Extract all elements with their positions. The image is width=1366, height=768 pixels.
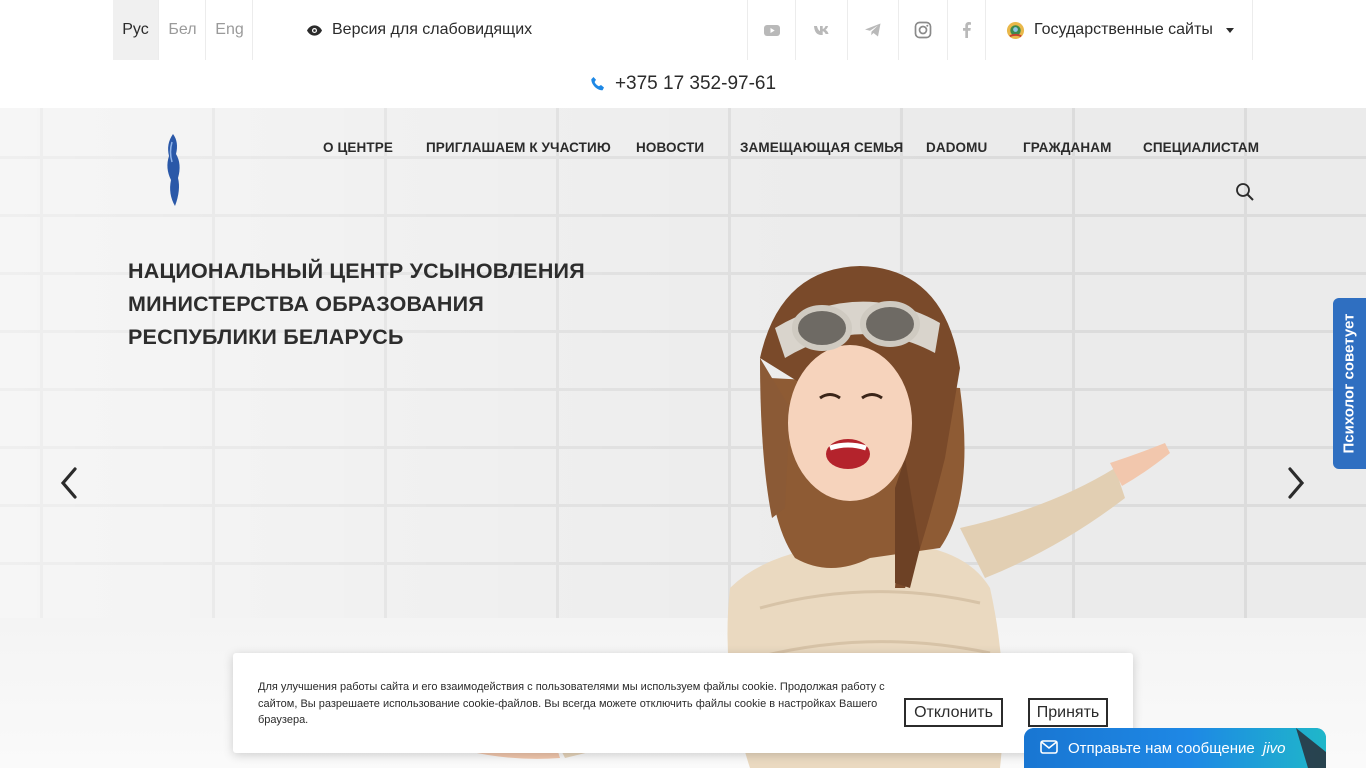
chat-widget[interactable]: Отправьте нам сообщение jivo — [1024, 728, 1326, 768]
slider-next-arrow-icon[interactable] — [1285, 466, 1307, 500]
psychologist-tab-label: Психолог советует — [1341, 313, 1359, 454]
lang-ru-label: Рус — [122, 21, 149, 38]
cookie-banner: Для улучшения работы сайта и его взаимод… — [233, 653, 1133, 753]
telegram-link[interactable] — [847, 0, 898, 60]
instagram-link[interactable] — [898, 0, 947, 60]
vk-icon — [813, 26, 828, 35]
nav-item-specialists[interactable]: СПЕЦИАЛИСТАМ — [1143, 140, 1259, 155]
lang-be-label: Бел — [168, 21, 197, 38]
nav-item-citizens[interactable]: ГРАЖДАНАМ — [1023, 140, 1111, 155]
chat-brand-logo: jivo — [1263, 740, 1286, 757]
emblem-icon — [1006, 21, 1025, 39]
nav-item-dadomu[interactable]: DADOMU — [926, 140, 987, 155]
search-icon[interactable] — [1235, 182, 1255, 202]
top-bar: Рус Бел Eng Версия для слабовидящих Госу… — [0, 0, 1366, 60]
lang-en[interactable]: Eng — [207, 0, 253, 60]
lang-en-label: Eng — [215, 21, 244, 38]
lang-be[interactable]: Бел — [160, 0, 206, 60]
telegram-icon — [865, 23, 881, 37]
cookie-accept-button[interactable]: Принять — [1028, 698, 1108, 727]
hero-title: НАЦИОНАЛЬНЫЙ ЦЕНТР УСЫНОВЛЕНИЯ МИНИСТЕРС… — [128, 255, 598, 354]
psychologist-tab[interactable]: Психолог советует — [1333, 298, 1366, 469]
instagram-icon — [914, 21, 932, 39]
eye-icon — [307, 24, 322, 36]
youtube-icon — [763, 25, 780, 36]
cookie-text: Для улучшения работы сайта и его взаимод… — [258, 681, 885, 726]
hero-title-line-1: НАЦИОНАЛЬНЫЙ ЦЕНТР УСЫНОВЛЕНИЯ — [128, 259, 585, 283]
facebook-icon — [962, 22, 971, 38]
nav-item-about[interactable]: О ЦЕНТРЕ — [323, 140, 393, 155]
chat-widget-label: Отправьте нам сообщение — [1068, 740, 1255, 757]
nav-item-participate[interactable]: ПРИГЛАШАЕМ К УЧАСТИЮ — [426, 140, 611, 155]
gov-sites-dropdown[interactable]: Государственные сайты — [985, 0, 1253, 60]
facebook-link[interactable] — [947, 0, 985, 60]
gov-sites-label: Государственные сайты — [1034, 21, 1213, 38]
nav-item-news[interactable]: НОВОСТИ — [636, 140, 704, 155]
lang-ru[interactable]: Рус — [113, 0, 159, 60]
cookie-decline-button[interactable]: Отклонить — [904, 698, 1003, 727]
hero-title-line-2: МИНИСТЕРСТВА ОБРАЗОВАНИЯ — [128, 292, 484, 316]
envelope-icon — [1040, 740, 1058, 754]
phone-icon — [591, 77, 604, 91]
low-vision-link[interactable]: Версия для слабовидящих — [307, 0, 532, 60]
main-nav: О ЦЕНТРЕ ПРИГЛАШАЕМ К УЧАСТИЮ НОВОСТИ ЗА… — [0, 140, 1366, 160]
slider-prev-arrow-icon[interactable] — [58, 466, 80, 500]
nav-item-foster-family[interactable]: ЗАМЕЩАЮЩАЯ СЕМЬЯ — [740, 140, 903, 155]
caret-down-icon — [1225, 27, 1234, 33]
youtube-link[interactable] — [747, 0, 795, 60]
hero-title-line-3: РЕСПУБЛИКИ БЕЛАРУСЬ — [128, 325, 404, 349]
phone-number[interactable]: +375 17 352-97-61 — [615, 73, 776, 95]
low-vision-label: Версия для слабовидящих — [332, 21, 533, 38]
vk-link[interactable] — [795, 0, 847, 60]
phone-row: +375 17 352-97-61 — [0, 60, 1366, 108]
